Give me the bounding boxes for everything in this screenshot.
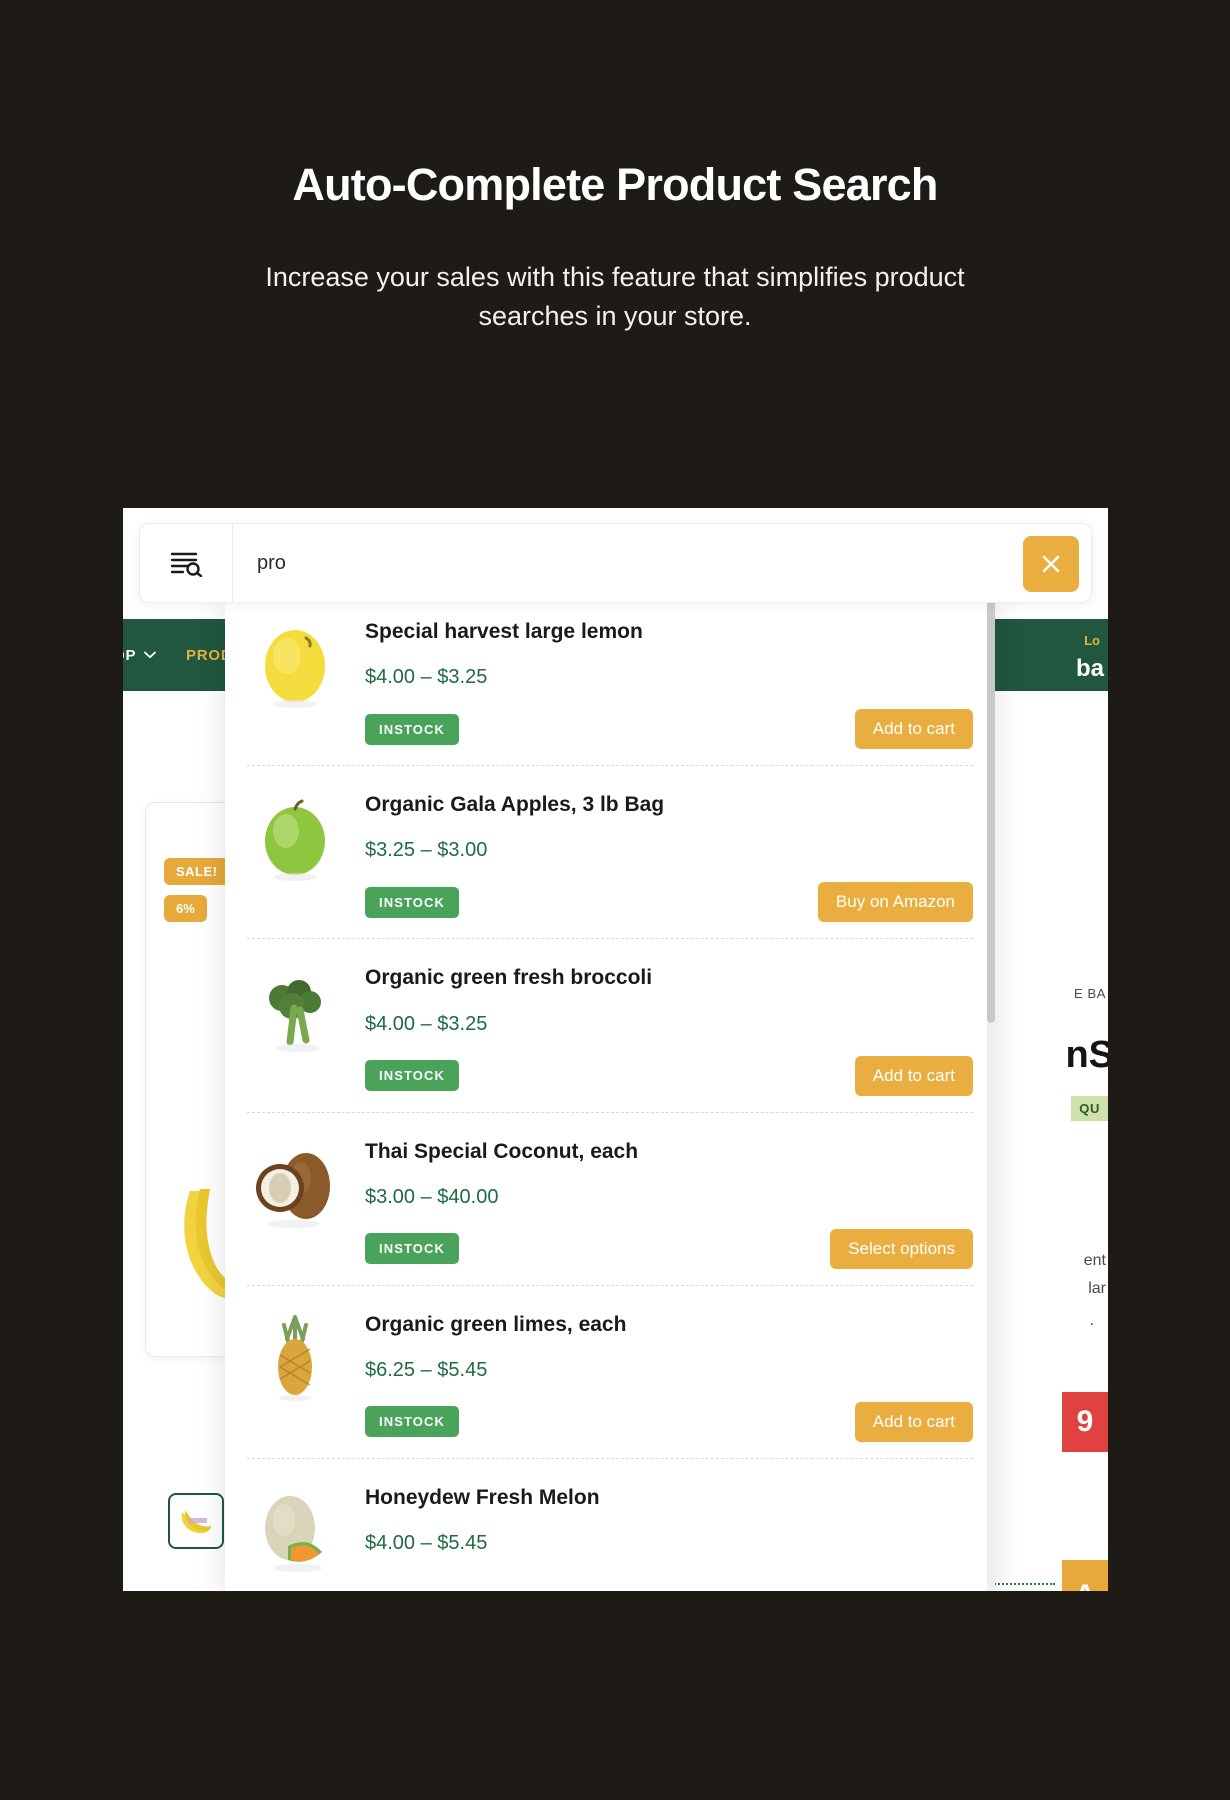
- nav-item-shop[interactable]: OP: [123, 646, 157, 664]
- list-item[interactable]: Honeydew Fresh Melon $4.00 – $5.45: [247, 1459, 973, 1591]
- list-item-body: Organic green limes, each $6.25 – $5.45 …: [365, 1306, 973, 1442]
- product-title[interactable]: Organic Gala Apples, 3 lb Bag: [365, 792, 973, 817]
- chevron-down-icon: [144, 651, 157, 659]
- list-item-body: Organic green fresh broccoli $4.00 – $3.…: [365, 959, 973, 1096]
- page-title: Auto-Complete Product Search: [292, 159, 938, 210]
- broccoli-image: [247, 959, 343, 1063]
- list-item[interactable]: Special harvest large lemon $4.00 – $3.2…: [247, 593, 973, 767]
- status-badge: INSTOCK: [365, 713, 459, 745]
- close-icon: [1040, 553, 1062, 575]
- breadcrumb[interactable]: E BA: [1074, 986, 1106, 1001]
- product-price: $3.25 – $3.00: [365, 839, 488, 862]
- add-to-cart-button-background[interactable]: A: [1062, 1560, 1108, 1591]
- thumbnail-banana[interactable]: [168, 1493, 224, 1549]
- green-apple-image: [247, 786, 343, 890]
- lemon-image: [247, 613, 343, 717]
- scrollbar-thumb[interactable]: [987, 593, 995, 1023]
- nav-right-white-text: ba: [1075, 655, 1104, 682]
- coconut-image: [247, 1133, 343, 1237]
- nav-shop-label: OP: [123, 646, 137, 664]
- status-badge-red: 9: [1062, 1392, 1108, 1452]
- select-options-button[interactable]: Select options: [830, 1228, 973, 1269]
- status-badge: INSTOCK: [365, 1060, 459, 1092]
- product-price: $4.00 – $5.45: [365, 1532, 488, 1555]
- melon-image: [247, 1479, 343, 1583]
- list-item-footer: INSTOCK Add to cart: [365, 1055, 973, 1096]
- list-item-body: Special harvest large lemon $4.00 – $3.2…: [365, 613, 973, 750]
- list-item-body: Thai Special Coconut, each $3.00 – $40.0…: [365, 1133, 973, 1269]
- product-title[interactable]: Honeydew Fresh Melon: [365, 1485, 973, 1510]
- product-title[interactable]: Thai Special Coconut, each: [365, 1139, 973, 1164]
- product-description-line-3: .: [1089, 1312, 1094, 1329]
- list-item-body: Honeydew Fresh Melon $4.00 – $5.45: [365, 1479, 973, 1591]
- hero-section: Auto-Complete Product Search Increase yo…: [0, 160, 1230, 336]
- page-subtitle: Increase your sales with this feature th…: [265, 261, 965, 331]
- product-title[interactable]: Organic green limes, each: [365, 1312, 973, 1337]
- add-to-cart-button[interactable]: Add to cart: [854, 1401, 973, 1442]
- list-item-footer: INSTOCK Add to cart: [365, 1401, 973, 1442]
- list-item[interactable]: Organic Gala Apples, 3 lb Bag $3.25 – $3…: [247, 766, 973, 940]
- search-list-icon: [169, 549, 203, 577]
- autocomplete-results-panel: Special harvest large lemon $4.00 – $3.2…: [225, 593, 995, 1591]
- product-detail-column: E BA nS QU ent lar . 9 A: [988, 874, 1108, 1591]
- product-title[interactable]: Special harvest large lemon: [365, 619, 973, 644]
- add-to-cart-button[interactable]: Add to cart: [854, 709, 973, 750]
- search-input[interactable]: [233, 524, 1023, 602]
- status-badge: INSTOCK: [365, 1406, 459, 1438]
- product-description-line-2: lar: [1088, 1280, 1106, 1297]
- list-item-footer: INSTOCK Buy on Amazon: [365, 882, 973, 923]
- list-item[interactable]: Organic green fresh broccoli $4.00 – $3.…: [247, 939, 973, 1113]
- status-badge: INSTOCK: [365, 886, 459, 918]
- results-list: Special harvest large lemon $4.00 – $3.2…: [225, 593, 995, 1591]
- product-price: $4.00 – $3.25: [365, 1012, 488, 1035]
- list-item-body: Organic Gala Apples, 3 lb Bag $3.25 – $3…: [365, 786, 973, 923]
- add-to-cart-button[interactable]: Add to cart: [854, 1055, 973, 1096]
- product-title[interactable]: Organic green fresh broccoli: [365, 965, 973, 990]
- product-description-line-1: ent: [1083, 1252, 1106, 1269]
- banana-thumb-icon: [181, 1510, 211, 1534]
- product-price: $3.00 – $40.00: [365, 1185, 499, 1208]
- status-badge-sale: SALE!: [164, 858, 230, 885]
- pineapple-image: [247, 1306, 343, 1410]
- list-item[interactable]: Thai Special Coconut, each $3.00 – $40.0…: [247, 1113, 973, 1286]
- category-filter-button[interactable]: [140, 524, 233, 602]
- product-price: $4.00 – $3.25: [365, 666, 488, 689]
- buy-on-amazon-button[interactable]: Buy on Amazon: [817, 882, 973, 923]
- list-item-footer: INSTOCK Select options: [365, 1228, 973, 1269]
- page-root: Auto-Complete Product Search Increase yo…: [0, 0, 1230, 1800]
- search-bar: [139, 523, 1092, 603]
- status-badge-stock: QU: [1071, 1096, 1108, 1121]
- status-badge: INSTOCK: [365, 1233, 459, 1265]
- screenshot-frame: OP PRODU Lo ba SALE! 6%: [123, 508, 1108, 1591]
- product-detail-title: nS: [1065, 1034, 1108, 1076]
- product-price: $6.25 – $5.45: [365, 1358, 488, 1381]
- status-badge-discount: 6%: [164, 895, 207, 922]
- list-item-footer: INSTOCK Add to cart: [365, 709, 973, 750]
- list-item[interactable]: Organic green limes, each $6.25 – $5.45 …: [247, 1286, 973, 1459]
- nav-right-gold-text[interactable]: Lo: [1084, 633, 1100, 648]
- results-scrollbar[interactable]: [987, 593, 995, 1591]
- clear-search-button[interactable]: [1023, 536, 1079, 592]
